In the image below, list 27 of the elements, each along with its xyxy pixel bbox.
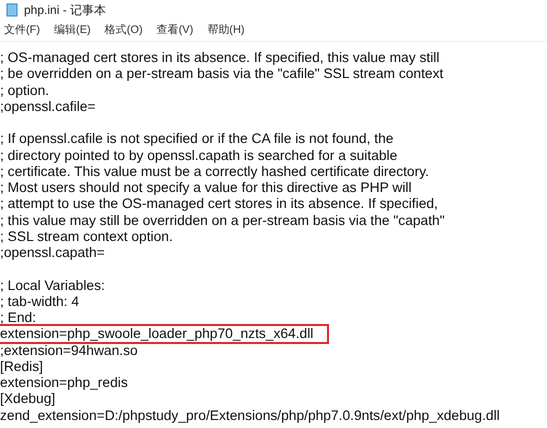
text-line: ; SSL stream context option.	[0, 228, 173, 245]
text-line: ; tab-width: 4	[0, 294, 79, 310]
text-line: zend_extension=D:/phpstudy_pro/Extensions/php/php7.0.9nts/ext/php_xdebug.dll	[0, 408, 500, 424]
menu-item[interactable]: 查看(V)	[156, 22, 194, 39]
text-line: [Redis]	[0, 358, 43, 375]
text-line: ; directory pointed to by openssl.capath is searched for a suitable	[0, 148, 398, 164]
text-line: ; option.	[0, 82, 50, 99]
text-line: ;extension=94hwan.so	[0, 342, 138, 359]
text-line: extension=php_redis	[0, 375, 128, 392]
window-title: php.ini - 记事本	[24, 2, 106, 19]
menu-item[interactable]: 格式(O)	[104, 22, 143, 39]
text-line: ; attempt to use the OS-managed cert stores in its absence. If specified,	[0, 196, 438, 212]
text-line: ;openssl.capath=	[0, 245, 105, 262]
text-line: ; Most users should not specify a value for this directive as PHP will	[0, 180, 412, 196]
text-line: ; be overridden on a per-stream basis via the "cafile" SSL stream context	[0, 66, 444, 82]
menu-item[interactable]: 文件(F)	[4, 22, 40, 39]
text-line: ; If openssl.cafile is not specified or if the CA file is not found, the	[0, 131, 394, 148]
menu-item[interactable]: 编辑(E)	[54, 22, 91, 39]
text-line: ; End:	[0, 310, 36, 326]
text-line: ; this value may still be overridden on a per-stream basis via the "capath"	[0, 212, 445, 229]
menu-item[interactable]: 帮助(H)	[207, 22, 245, 39]
notepad-icon	[6, 3, 18, 17]
text-line: [Xdebug]	[0, 391, 56, 408]
text-line: ; Local Variables:	[0, 278, 105, 294]
text-line: ; OS-managed cert stores in its absence. If specified, this value may still	[0, 50, 440, 66]
text-line: ;openssl.cafile=	[0, 98, 96, 115]
text-line: ; certificate. This value must be a correctly hashed certificate directory.	[0, 164, 429, 180]
